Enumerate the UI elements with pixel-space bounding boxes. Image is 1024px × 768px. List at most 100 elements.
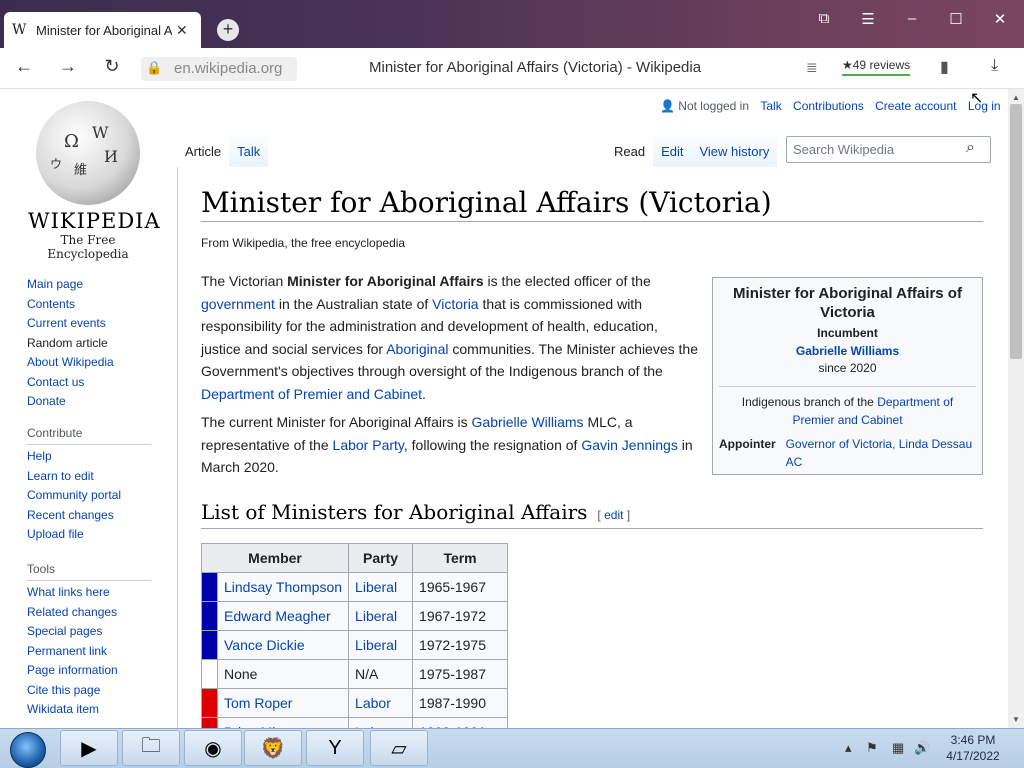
current-minister-paragraph: The current Minister for Aboriginal Affa…	[201, 414, 693, 475]
search-icon[interactable]: ⌕	[966, 139, 975, 157]
brave-icon[interactable]: 🦁	[244, 730, 302, 766]
party-link[interactable]: Liberal	[355, 637, 397, 653]
table-header-row: Member Party Term	[200, 543, 509, 573]
nav-donate[interactable]: Donate	[27, 392, 114, 412]
user-talk-link[interactable]: Talk	[760, 99, 781, 113]
maximize-button[interactable]: ☐	[946, 10, 966, 28]
nav-current-events[interactable]: Current events	[27, 314, 114, 334]
link-government[interactable]: government	[201, 296, 275, 312]
nav-learn-to-edit[interactable]: Learn to edit	[27, 467, 121, 487]
file-explorer-icon[interactable]: 🗀	[122, 730, 180, 766]
network-icon[interactable]: ▦	[892, 740, 904, 756]
nav-wikidata-item[interactable]: Wikidata item	[27, 700, 118, 720]
party-cell: N/A	[348, 659, 414, 689]
nav-contact[interactable]: Contact us	[27, 373, 114, 393]
table-row: Brian MierLabor1990-1991	[201, 717, 509, 728]
media-player-icon[interactable]: ▶	[60, 730, 118, 766]
link-gavin-jennings[interactable]: Gavin Jennings	[581, 437, 678, 453]
yandex-icon[interactable]: Y	[306, 730, 364, 766]
nav-page-information[interactable]: Page information	[27, 661, 118, 681]
main-navigation: Main page Contents Current events Random…	[27, 275, 114, 412]
header-member: Member	[200, 543, 350, 573]
page-title: Minister for Aboriginal Affairs (Victori…	[201, 186, 983, 222]
member-cell: Edward Meagher	[216, 601, 350, 631]
minimize-button[interactable]: –	[902, 10, 922, 27]
nav-community-portal[interactable]: Community portal	[27, 486, 121, 506]
section-edit-link[interactable]: edit	[604, 508, 623, 522]
nav-related-changes[interactable]: Related changes	[27, 603, 118, 623]
nav-cite-this-page[interactable]: Cite this page	[27, 681, 118, 701]
nav-special-pages[interactable]: Special pages	[27, 622, 118, 642]
nav-contents[interactable]: Contents	[27, 295, 114, 315]
link-labor-party[interactable]: Labor Party	[333, 437, 404, 453]
action-center-icon[interactable]: ⚑	[866, 740, 878, 756]
table-row: Tom Roper Labor 1987-1990	[201, 688, 509, 718]
nav-permanent-link[interactable]: Permanent link	[27, 642, 118, 662]
contributions-link[interactable]: Contributions	[793, 99, 864, 113]
search-input[interactable]: Search Wikipedia	[786, 136, 991, 163]
member-link[interactable]: Vance Dickie	[224, 637, 305, 653]
new-tab-button[interactable]: +	[217, 19, 239, 41]
header-party: Party	[348, 543, 414, 573]
infobox-appointer: Appointer Governor of Victoria, Linda De…	[713, 429, 982, 471]
scroll-down-arrow-icon[interactable]: ▼	[1010, 715, 1022, 724]
member-cell: Lindsay Thompson	[216, 572, 350, 602]
nav-help[interactable]: Help	[27, 447, 121, 467]
forward-button[interactable]: →	[56, 56, 80, 77]
notepad-icon[interactable]: ▱	[370, 730, 428, 766]
link-aboriginal[interactable]: Aboriginal	[386, 341, 448, 357]
nav-what-links-here[interactable]: What links here	[27, 583, 118, 603]
tab-edit[interactable]: Edit	[653, 132, 692, 167]
scroll-up-arrow-icon[interactable]: ▲	[1010, 93, 1022, 102]
not-logged-in-text: Not logged in	[678, 99, 750, 113]
ministers-table: Member Party Term Lindsay Thompson Libera…	[200, 543, 509, 728]
tab-read[interactable]: Read	[606, 132, 654, 167]
tab-article[interactable]: Article	[177, 132, 230, 167]
scrollbar-thumb[interactable]	[1010, 104, 1022, 359]
nav-about[interactable]: About Wikipedia	[27, 353, 114, 373]
create-account-link[interactable]: Create account	[875, 99, 956, 113]
incumbent-link[interactable]: Gabrielle Williams	[796, 344, 899, 358]
tab-view-history[interactable]: View history	[691, 132, 778, 167]
nav-recent-changes[interactable]: Recent changes	[27, 506, 121, 526]
mouse-cursor-icon: ↖	[970, 90, 984, 107]
link-victoria[interactable]: Victoria	[432, 296, 478, 312]
chrome-icon[interactable]: ◉	[184, 730, 242, 766]
appointer-label: Appointer	[719, 436, 776, 451]
tab-talk[interactable]: Talk	[229, 132, 269, 167]
start-button[interactable]	[10, 732, 46, 768]
reload-button[interactable]: ↻	[100, 56, 124, 77]
nav-main-page[interactable]: Main page	[27, 275, 114, 295]
party-link[interactable]: Labor	[355, 695, 391, 711]
member-link[interactable]: Lindsay Thompson	[224, 579, 342, 595]
wikipedia-logo[interactable]: Ω W И 維 ウ WIKIPEDIA The Free Encyclopedi…	[28, 101, 161, 261]
close-window-button[interactable]: ✕	[990, 10, 1010, 28]
reviews-badge[interactable]: ★49 reviews	[842, 58, 911, 76]
party-link[interactable]: Liberal	[355, 608, 397, 624]
tab-close-icon[interactable]: ✕	[176, 22, 188, 39]
wordmark: WIKIPEDIA	[28, 209, 161, 233]
party-color-swatch	[201, 688, 218, 718]
nav-random-article[interactable]: Random article	[27, 334, 114, 354]
link-department[interactable]: Department of Premier and Cabinet	[201, 386, 422, 402]
appointer-link[interactable]: Governor of Victoria, Linda Dessau AC	[786, 435, 976, 471]
member-link[interactable]: Tom Roper	[224, 695, 292, 711]
party-cell: Liberal	[348, 630, 414, 660]
link-gabrielle-williams[interactable]: Gabrielle Williams	[472, 414, 584, 430]
browser-tab[interactable]: W Minister for Aboriginal A ✕	[4, 12, 201, 48]
system-clock[interactable]: 3:46 PM 4/17/2022	[940, 732, 1006, 764]
bookmark-icon[interactable]: ▮	[940, 57, 949, 77]
table-row: Vance Dickie Liberal 1972-1975	[201, 630, 509, 660]
member-link[interactable]: Edward Meagher	[224, 608, 331, 624]
download-icon[interactable]: ⤓	[991, 57, 998, 75]
show-hidden-icons-icon[interactable]: ▴	[845, 740, 852, 756]
url-text[interactable]: en.wikipedia.org	[174, 60, 282, 77]
back-button[interactable]: ←	[12, 56, 36, 77]
volume-icon[interactable]: 🔊	[914, 740, 930, 756]
nav-upload-file[interactable]: Upload file	[27, 525, 121, 545]
lock-icon[interactable]: 🔒	[146, 60, 162, 76]
party-link[interactable]: Liberal	[355, 579, 397, 595]
collections-icon[interactable]: ⧉	[814, 10, 834, 27]
menu-icon[interactable]: ☰	[858, 10, 878, 28]
reader-mode-icon[interactable]: ≣	[806, 59, 818, 76]
